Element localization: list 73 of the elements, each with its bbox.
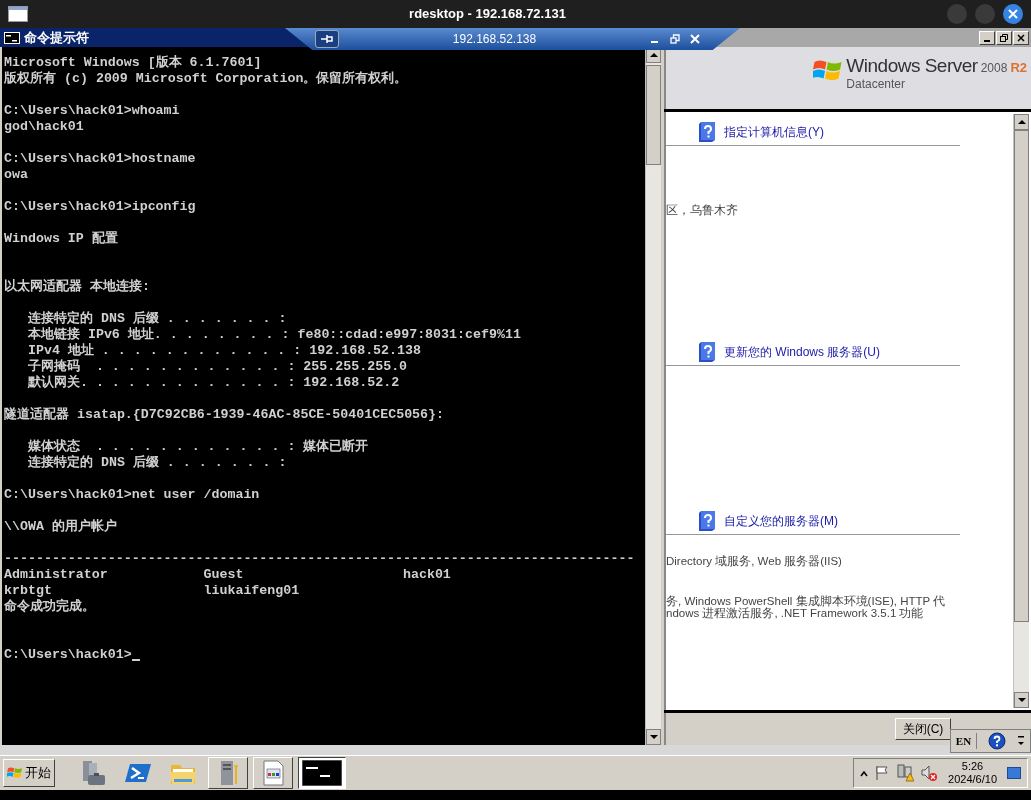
- console-line: krbtgt liukaifeng01: [4, 583, 301, 598]
- console-line: 版权所有 (c) 2009 Microsoft Corporation。保留所有权利。: [4, 71, 409, 87]
- console-line: IPv4 地址 . . . . . . . . . . . . : 192.168.52.138: [26, 343, 422, 359]
- logo-mark: R2: [1010, 59, 1027, 77]
- console-line: 连接特定的 DNS 后缀 . . . . . . . :: [26, 311, 288, 327]
- console-line: \\OWA 的用户帐户: [4, 519, 118, 535]
- dropdown-arrow-icon[interactable]: [1016, 734, 1026, 748]
- section-text: ndows 进程激活服务, .NET Framework 3.5.1 功能: [666, 607, 925, 619]
- console-line: 本地链接 IPv6 地址. . . . . . . . : fe80::cdad:e997:8031:cef9%11: [26, 327, 522, 343]
- text-cursor: [131, 659, 140, 661]
- logo-edition: Datacenter: [846, 77, 907, 91]
- window-icon: [8, 6, 28, 22]
- taskbar-app-button[interactable]: [298, 757, 346, 789]
- speaker-muted-icon[interactable]: [920, 764, 939, 782]
- help-book-icon: [698, 509, 716, 532]
- windows-flag-icon: [7, 766, 23, 780]
- close-icon: [1017, 33, 1025, 42]
- console-line: 隧道适配器 isatap.{D7C92CB6-1939-46AC-85CE-50401CEC5056}:: [4, 407, 446, 423]
- minimize-icon: [984, 39, 990, 42]
- console-line: C:\Users\hack01>ipconfig: [4, 199, 197, 215]
- console-line: owa: [4, 167, 29, 183]
- help-icon[interactable]: [987, 732, 1006, 750]
- help-book-icon: [698, 120, 716, 143]
- console-line: C:\Users\hack01>: [4, 647, 132, 663]
- restore-button[interactable]: [996, 30, 1012, 45]
- console-line: 命令成功完成。: [4, 599, 96, 615]
- pin-icon: [320, 34, 334, 44]
- close-button[interactable]: [1003, 4, 1023, 24]
- console-line: C:\Users\hack01>hostname: [4, 151, 197, 167]
- caret-up-icon[interactable]: [860, 769, 869, 777]
- section-link[interactable]: 更新您的 Windows 服务器(U): [724, 342, 880, 361]
- section-text: 区，乌鲁木齐: [666, 204, 739, 216]
- minimize-button[interactable]: [979, 30, 995, 45]
- console-line: Administrator Guest hack01: [4, 567, 452, 583]
- help-book-icon: [698, 340, 716, 363]
- start-button[interactable]: 开始: [3, 759, 55, 787]
- console-line: C:\Users\hack01>net user /domain: [4, 487, 261, 503]
- flag-icon[interactable]: [874, 765, 891, 781]
- section-link[interactable]: 自定义您的服务器(M): [724, 511, 838, 530]
- network-warning-icon[interactable]: [896, 764, 915, 782]
- logo-version: 2008: [980, 60, 1008, 77]
- console-line: Windows IP 配置: [4, 231, 119, 247]
- connection-host: 192.168.52.138: [452, 31, 537, 48]
- close-icon: [1008, 9, 1018, 19]
- scrollbar[interactable]: [645, 47, 661, 745]
- console-line: -------------------------------------------------------------------------------: [4, 551, 636, 567]
- clock-time: 5:26: [961, 760, 984, 773]
- language-label[interactable]: EN: [951, 732, 977, 750]
- window-title: rdesktop - 192.168.72.131: [409, 5, 566, 24]
- clock-date: 2024/6/10: [948, 773, 997, 786]
- console-line: Microsoft Windows [版本 6.1.7601]: [4, 55, 263, 71]
- clock[interactable]: 5:26 2024/6/10: [944, 760, 1001, 786]
- close-dialog-button[interactable]: 关闭(C): [895, 718, 951, 740]
- restore-icon[interactable]: [670, 34, 680, 44]
- console-line: C:\Users\hack01>whoami: [4, 103, 181, 119]
- console-line: 媒体状态 . . . . . . . . . . . . : 媒体已断开: [26, 439, 370, 455]
- logo-brand: Windows Server: [846, 55, 978, 77]
- section-link[interactable]: 指定计算机信息(Y): [724, 122, 824, 141]
- section-text: 务, Windows PowerShell 集成脚本环境(ISE), HTTP 代: [666, 595, 947, 607]
- pin-button[interactable]: [315, 30, 339, 48]
- section-text: Directory 域服务, Web 服务器(IIS): [666, 555, 843, 567]
- console-line: 默认网关. . . . . . . . . . . . . : 192.168.52.2: [26, 375, 401, 391]
- scrollbar[interactable]: [1013, 114, 1029, 708]
- console-title: 命令提示符: [24, 28, 89, 47]
- restore-icon: [1000, 33, 1008, 42]
- close-button[interactable]: [1013, 30, 1029, 45]
- console-line: 以太网适配器 本地连接:: [4, 279, 151, 295]
- console-line: 子网掩码 . . . . . . . . . . . . : 255.255.255.0: [26, 359, 409, 375]
- close-icon[interactable]: [690, 34, 700, 44]
- console-icon: [4, 31, 20, 44]
- console-icon: [302, 760, 342, 786]
- console-line: god\hack01: [4, 119, 85, 135]
- console-line: 连接特定的 DNS 后缀 . . . . . . . :: [26, 455, 288, 471]
